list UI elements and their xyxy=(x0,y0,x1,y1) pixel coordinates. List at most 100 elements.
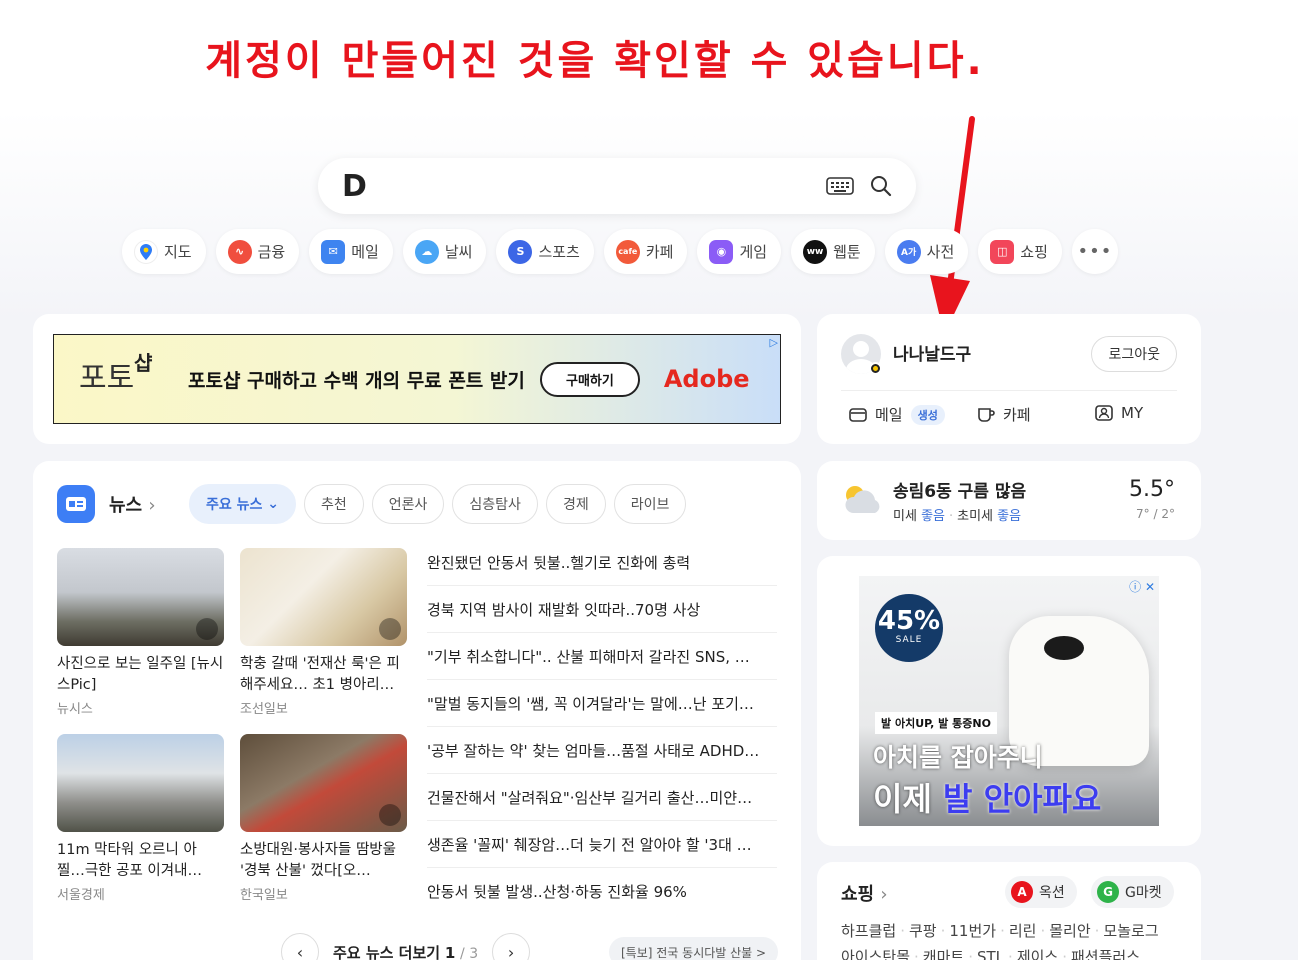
tab-main-news[interactable]: 주요 뉴스 ⌄ xyxy=(189,484,297,524)
shop-link[interactable]: 몰리안 xyxy=(1049,922,1090,940)
shortcut-game[interactable]: ◉ 게임 xyxy=(697,229,782,274)
mall-gmarket-button[interactable]: G G마켓 xyxy=(1091,876,1174,908)
next-page-button[interactable]: › xyxy=(492,933,531,960)
news-thumb-item[interactable]: 소방대원·봉사자들 땀방울 '경북 산불' 껐다[오… 한국일보 xyxy=(240,734,407,903)
tab-indepth[interactable]: 심층탐사 xyxy=(452,484,538,524)
ad-info-close-icon[interactable]: ⓘ ✕ xyxy=(1129,578,1155,595)
headline-item[interactable]: 경북 지역 밤사이 재발화 잇따라..70명 사상 xyxy=(427,586,777,633)
weather-card[interactable]: 송림6동 구름 많음 미세 좋음 · 초미세 좋음 5.5° 7° / 2° xyxy=(817,461,1201,540)
logout-button[interactable]: 로그아웃 xyxy=(1091,336,1177,372)
shop-link[interactable]: 패션플러스 xyxy=(1071,948,1140,960)
shortcut-mail[interactable]: ✉ 메일 xyxy=(309,229,393,274)
news-card: 뉴스 › 주요 뉴스 ⌄ 추천 언론사 심층탐사 경제 라이브 사진으로 보는 … xyxy=(33,461,801,960)
search-icon[interactable] xyxy=(870,175,892,197)
ad-tag: 발 아치UP, 발 통증NO xyxy=(875,712,997,734)
mail-new-badge: 생성 xyxy=(910,404,945,425)
account-my-link[interactable]: MY xyxy=(1095,404,1143,422)
annotation-caption: 계정이 만들어진 것을 확인할 수 있습니다. xyxy=(205,38,985,84)
headline-item[interactable]: 안동서 뒷불 발생..산청·하동 진화율 96% xyxy=(427,868,777,915)
news-photo xyxy=(240,548,407,646)
shortcut-finance[interactable]: ∿ 금융 xyxy=(215,229,300,274)
tab-live[interactable]: 라이브 xyxy=(613,484,687,524)
chevron-right-icon: › xyxy=(148,495,156,516)
sports-icon: S xyxy=(508,239,533,264)
shop-link[interactable]: 하프클럽 xyxy=(841,922,896,940)
news-photo xyxy=(57,548,224,646)
adobe-logo: Adobe xyxy=(663,365,750,393)
headline-item[interactable]: 완진됐던 안동서 뒷불..헬기로 진화에 총력 xyxy=(427,539,777,586)
side-ad-card: 45% SALE 발 아치UP, 발 통증NO 아치를 잡아주니 이제 발 안아… xyxy=(817,556,1201,846)
headline-item[interactable]: 생존율 '꼴찌' 췌장암…더 늦기 전 알아야 할 '3대 … xyxy=(427,821,777,868)
chevron-right-icon: › xyxy=(507,942,515,960)
ad-headline: 포토샵 구매하고 수백 개의 무료 폰트 받기 xyxy=(188,369,525,392)
ad-line-1: 아치를 잡아주니 xyxy=(873,743,1043,772)
mail-icon xyxy=(849,407,867,422)
shop-link[interactable]: 리린 xyxy=(1009,922,1037,940)
webtoon-icon: ww xyxy=(803,239,828,264)
tab-press[interactable]: 언론사 xyxy=(371,484,445,524)
headline-item[interactable]: "기부 취소합니다".. 산불 피해마저 갈라진 SNS, … xyxy=(427,633,777,680)
tab-economy[interactable]: 경제 xyxy=(545,484,606,524)
shortcut-sports[interactable]: S 스포츠 xyxy=(496,229,594,274)
news-icon xyxy=(57,485,95,523)
mail-icon: ✉ xyxy=(321,239,346,264)
ad-buy-button[interactable]: 구매하기 xyxy=(540,361,640,397)
ad-choice-icon[interactable]: ▷ xyxy=(770,336,778,349)
more-services-button[interactable]: ••• xyxy=(1071,229,1118,274)
cafe-icon xyxy=(978,407,995,422)
page-current: 1 xyxy=(444,943,456,960)
temperature-range: 7° / 2° xyxy=(1136,507,1175,521)
tab-recommended[interactable]: 추천 xyxy=(304,484,364,524)
headline-item[interactable]: '공부 잘하는 약' 찾는 엄마들…품절 사태로 ADHD… xyxy=(427,727,777,774)
shop-link[interactable]: 모놀로그 xyxy=(1103,922,1158,940)
shopping-header[interactable]: 쇼핑 › xyxy=(841,880,888,906)
headline-item[interactable]: "말벌 동지들의 '쌤, 꼭 이겨달라'는 말에…난 포기… xyxy=(427,680,777,727)
shortcut-cafe[interactable]: cafe 카페 xyxy=(603,229,688,274)
photo-badge-icon xyxy=(379,804,401,826)
photoshop-ad-banner[interactable]: 포토 샵 포토샵 구매하고 수백 개의 무료 폰트 받기 구매하기 Adobe … xyxy=(53,334,781,424)
news-thumb-item[interactable]: 사진으로 보는 일주일 [뉴시스Pic] 뉴시스 xyxy=(57,548,224,717)
game-icon: ◉ xyxy=(709,239,734,264)
search-bar[interactable]: D xyxy=(318,158,916,214)
shortcut-dictionary[interactable]: A가 사전 xyxy=(884,229,969,274)
shopping-icon: ◫ xyxy=(990,239,1015,264)
account-card: 나나날드구 로그아웃 메일 생성 카페 MY xyxy=(817,314,1201,444)
keyboard-icon[interactable] xyxy=(826,177,854,195)
chevron-left-icon: ‹ xyxy=(296,942,304,960)
account-mail-link[interactable]: 메일 생성 xyxy=(849,404,945,425)
shop-link[interactable]: 캐마트 xyxy=(923,948,964,960)
headline-list: 완진됐던 안동서 뒷불..헬기로 진화에 총력 경북 지역 밤사이 재발화 잇따… xyxy=(427,539,777,915)
news-title: 뉴스 xyxy=(109,495,143,516)
news-photo xyxy=(240,734,407,832)
shop-link[interactable]: 11번가 xyxy=(949,922,996,940)
chart-line-icon: ∿ xyxy=(227,239,252,264)
news-header[interactable]: 뉴스 › xyxy=(57,485,156,523)
account-cafe-link[interactable]: 카페 xyxy=(977,404,1031,425)
chevron-down-icon: ⌄ xyxy=(267,496,280,512)
username[interactable]: 나나날드구 xyxy=(893,340,971,365)
news-photo xyxy=(57,734,224,832)
page-total: / 3 xyxy=(460,945,479,960)
mall-auction-button[interactable]: A 옥션 xyxy=(1005,876,1077,908)
shop-link[interactable]: 제이스 xyxy=(1017,948,1058,960)
shortcut-webtoon[interactable]: ww 웹툰 xyxy=(791,229,875,274)
dictionary-icon: A가 xyxy=(896,239,921,264)
headline-item[interactable]: 건물잔해서 "살려줘요"·임산부 길거리 출산…미얀… xyxy=(427,774,777,821)
shop-link[interactable]: 쿠팡 xyxy=(909,922,937,940)
shoe-ad-banner[interactable]: 45% SALE 발 아치UP, 발 통증NO 아치를 잡아주니 이제 발 안아… xyxy=(859,576,1159,826)
special-report-link[interactable]: [특보] 전국 동시다발 산불 > xyxy=(609,937,779,960)
news-pager: ‹ 주요 뉴스 더보기 1 / 3 › xyxy=(281,933,531,960)
chevron-right-icon: › xyxy=(880,884,888,905)
more-news-link[interactable]: 주요 뉴스 더보기 xyxy=(333,944,440,960)
daum-logo[interactable]: D xyxy=(342,169,367,204)
news-thumb-item[interactable]: 학충 갈때 '전재산 룩'은 피해주세요… 초1 병아리… 조선일보 xyxy=(240,548,407,717)
shop-link[interactable]: 아이스탄몰 xyxy=(841,948,910,960)
prev-page-button[interactable]: ‹ xyxy=(281,933,319,960)
shortcut-weather[interactable]: ☁ 날씨 xyxy=(402,229,487,274)
partly-cloudy-icon xyxy=(845,486,880,513)
news-thumb-item[interactable]: 11m 막타워 오르니 아찔…극한 공포 이겨내… 서울경제 xyxy=(57,734,224,903)
map-pin-icon xyxy=(134,239,158,264)
shortcut-shopping[interactable]: ◫ 쇼핑 xyxy=(978,229,1062,274)
shortcut-map[interactable]: 지도 xyxy=(122,229,206,274)
shop-link[interactable]: STL xyxy=(977,948,1004,960)
